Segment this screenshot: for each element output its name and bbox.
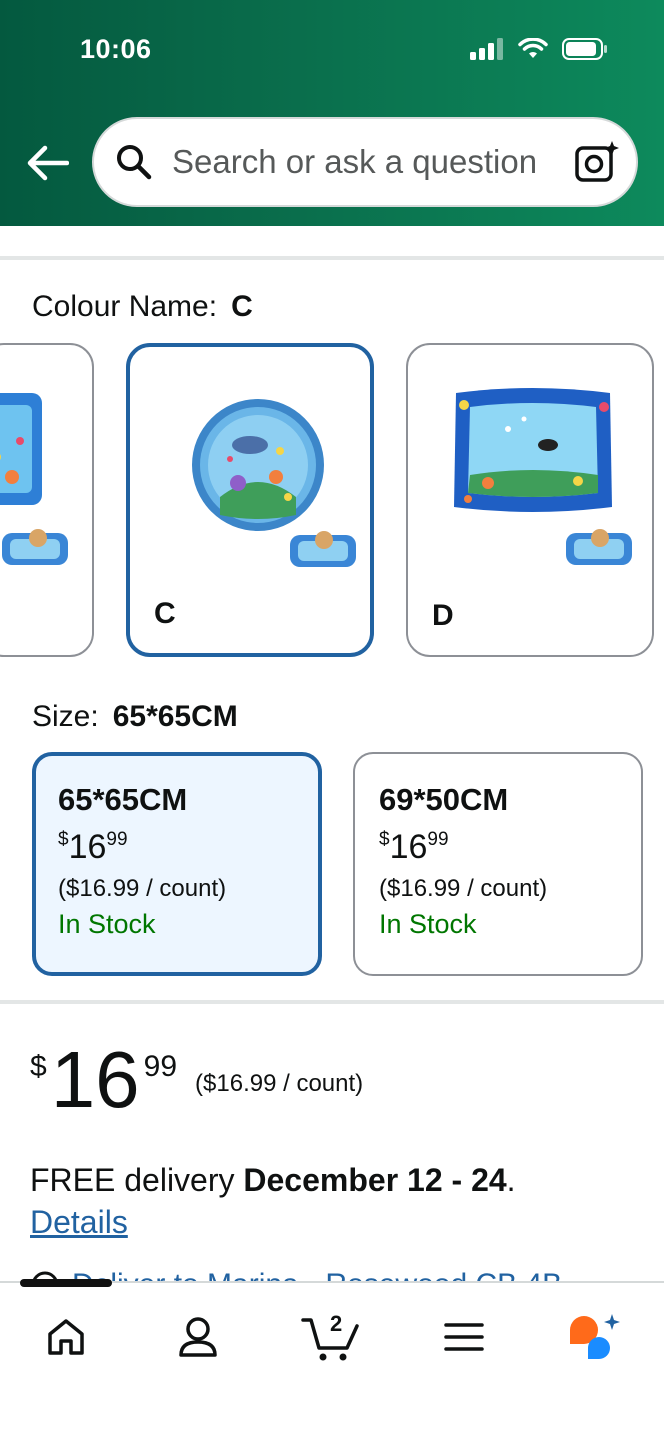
user-icon [179, 1317, 217, 1357]
search-input[interactable]: Search or ask a question [92, 117, 638, 207]
wifi-icon [518, 38, 548, 58]
unit-price: ($16.99 / count) [195, 1070, 364, 1097]
nav-account[interactable] [168, 1309, 228, 1365]
size-label-row: Size: 65*65CM [32, 700, 238, 734]
price-fraction: 99 [143, 1050, 178, 1083]
currency-symbol: $ [58, 829, 69, 850]
colour-label: Colour Name: [32, 290, 218, 323]
delivery-info: FREE delivery December 12 - 24. [30, 1162, 516, 1199]
currency-symbol: $ [379, 829, 390, 850]
section-divider [0, 1000, 664, 1004]
delivery-dates: December 12 - 24 [243, 1162, 507, 1198]
active-tab-indicator [20, 1279, 112, 1287]
menu-icon [444, 1323, 484, 1351]
size-option-unit-price: ($16.99 / count) [58, 875, 227, 902]
price-fraction: 99 [427, 829, 449, 850]
colour-label-row: Colour Name: C [32, 290, 253, 324]
price-whole: 16 [68, 828, 107, 866]
nav-cart[interactable]: 2 [300, 1309, 364, 1365]
back-button[interactable] [22, 140, 72, 186]
size-selected-value: 65*65CM [112, 700, 238, 733]
price-fraction: 99 [106, 829, 128, 850]
price-whole: 16 [389, 828, 428, 866]
size-option-stock: In Stock [379, 909, 477, 939]
search-placeholder: Search or ask a question [172, 143, 538, 180]
delivery-suffix: . [506, 1162, 516, 1198]
nav-home[interactable] [36, 1309, 96, 1365]
colour-selected-value: C [231, 290, 253, 323]
product-image [0, 393, 68, 565]
size-option-69x50[interactable]: 69*50CM $1699 ($16.99 / count) In Stock [353, 752, 643, 976]
bottom-navigation: 2 [0, 1279, 664, 1440]
status-time: 10:06 [80, 34, 152, 64]
size-option-65x65[interactable]: 65*65CM $1699 ($16.99 / count) In Stock [32, 752, 322, 976]
size-option-name: 65*65CM [58, 782, 188, 817]
rufus-assistant-icon [570, 1314, 620, 1359]
camera-search-icon[interactable] [574, 139, 620, 185]
nav-rufus[interactable] [564, 1309, 624, 1365]
app-header: 10:06 Search or ask a question [0, 0, 664, 226]
colour-swatch-partial[interactable] [0, 343, 94, 657]
price-whole: 16 [50, 1035, 140, 1124]
delivery-details-link[interactable]: Details [30, 1204, 128, 1241]
nav-menu[interactable] [434, 1309, 494, 1365]
delivery-prefix: FREE delivery [30, 1162, 235, 1198]
search-icon [117, 145, 152, 180]
arrow-left-icon [27, 145, 69, 181]
cellular-signal-icon [470, 38, 503, 60]
size-option-name: 69*50CM [379, 782, 509, 817]
battery-icon [562, 38, 607, 60]
colour-swatch-d[interactable]: D [406, 343, 654, 657]
cart-count-badge: 2 [330, 1311, 343, 1336]
size-option-price: $1699 [379, 828, 641, 867]
main-price: $ 16 99 ($16.99 / count) [30, 1040, 363, 1120]
colour-swatch-label: C [154, 597, 176, 630]
section-divider [0, 256, 664, 260]
size-label: Size: [32, 700, 99, 733]
size-option-price: $1699 [58, 828, 318, 867]
size-option-stock: In Stock [58, 909, 156, 939]
size-option-unit-price: ($16.99 / count) [379, 875, 548, 902]
currency-symbol: $ [30, 1050, 47, 1083]
home-icon [48, 1319, 84, 1355]
status-icons [470, 38, 608, 60]
colour-swatch-label: D [432, 599, 454, 632]
colour-swatch-c[interactable]: C [126, 343, 374, 657]
